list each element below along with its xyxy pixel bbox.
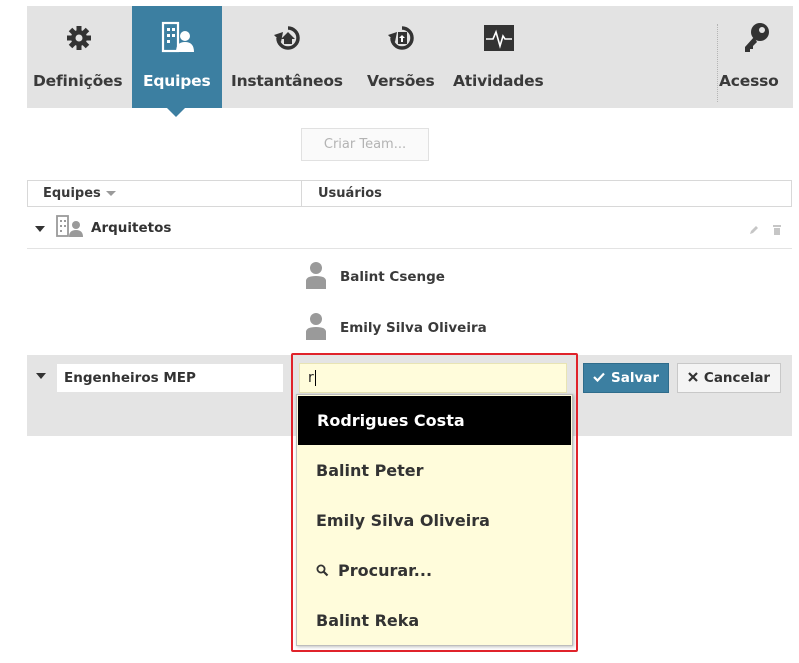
table-header: Equipes Usuários	[27, 180, 792, 207]
user-icon	[306, 312, 326, 344]
snapshot-icon	[271, 20, 305, 56]
gear-icon	[63, 20, 95, 56]
column-divider	[301, 181, 302, 206]
member-name: Emily Silva Oliveira	[340, 320, 487, 336]
edit-pencil-icon[interactable]	[748, 221, 760, 240]
tab-label: Versões	[367, 72, 435, 90]
teams-icon	[157, 20, 197, 56]
save-button[interactable]: Salvar	[583, 363, 669, 393]
member-name: Balint Csenge	[340, 269, 445, 285]
tab-definicoes[interactable]: Definições	[27, 6, 131, 108]
column-header-users: Usuários	[318, 186, 382, 201]
user-icon	[306, 261, 326, 293]
member-row: Balint Csenge	[306, 262, 445, 292]
main-toolbar: Definições Equipes Instantâneos Versões …	[27, 6, 793, 108]
expand-toggle-icon[interactable]	[35, 226, 45, 232]
tab-atividades[interactable]: Atividades	[449, 6, 553, 108]
row-actions	[748, 221, 782, 240]
cancel-label: Cancelar	[703, 370, 771, 386]
tab-label: Atividades	[453, 72, 544, 90]
tab-label: Acesso	[719, 72, 779, 90]
tab-instantaneos[interactable]: Instantâneos	[227, 6, 353, 108]
team-name: Arquitetos	[91, 220, 172, 236]
team-row[interactable]: Arquitetos	[27, 209, 792, 249]
sort-caret-icon[interactable]	[105, 191, 116, 196]
key-icon	[739, 20, 773, 56]
save-label: Salvar	[610, 370, 660, 386]
create-team-button[interactable]: Criar Team...	[301, 128, 429, 161]
delete-trash-icon[interactable]	[772, 221, 782, 240]
tab-label: Equipes	[143, 72, 211, 90]
versions-icon	[385, 20, 419, 56]
member-row: Emily Silva Oliveira	[306, 313, 487, 343]
expand-toggle-icon[interactable]	[36, 373, 46, 379]
check-icon	[593, 370, 605, 386]
tab-label: Definições	[33, 72, 123, 90]
tab-acesso[interactable]: Acesso	[717, 6, 793, 108]
tab-label: Instantâneos	[231, 72, 343, 90]
activity-icon	[482, 20, 516, 56]
cancel-button[interactable]: Cancelar	[677, 363, 781, 393]
column-header-teams[interactable]: Equipes	[43, 181, 116, 206]
column-header-label: Equipes	[43, 186, 101, 201]
tab-equipes[interactable]: Equipes	[132, 6, 222, 108]
team-name-input[interactable]: Engenheiros MEP	[57, 364, 283, 392]
close-icon	[688, 370, 698, 386]
team-icon	[55, 214, 87, 242]
tab-versoes[interactable]: Versões	[363, 6, 441, 108]
highlight-frame	[291, 353, 578, 652]
active-tab-pointer	[167, 108, 185, 117]
